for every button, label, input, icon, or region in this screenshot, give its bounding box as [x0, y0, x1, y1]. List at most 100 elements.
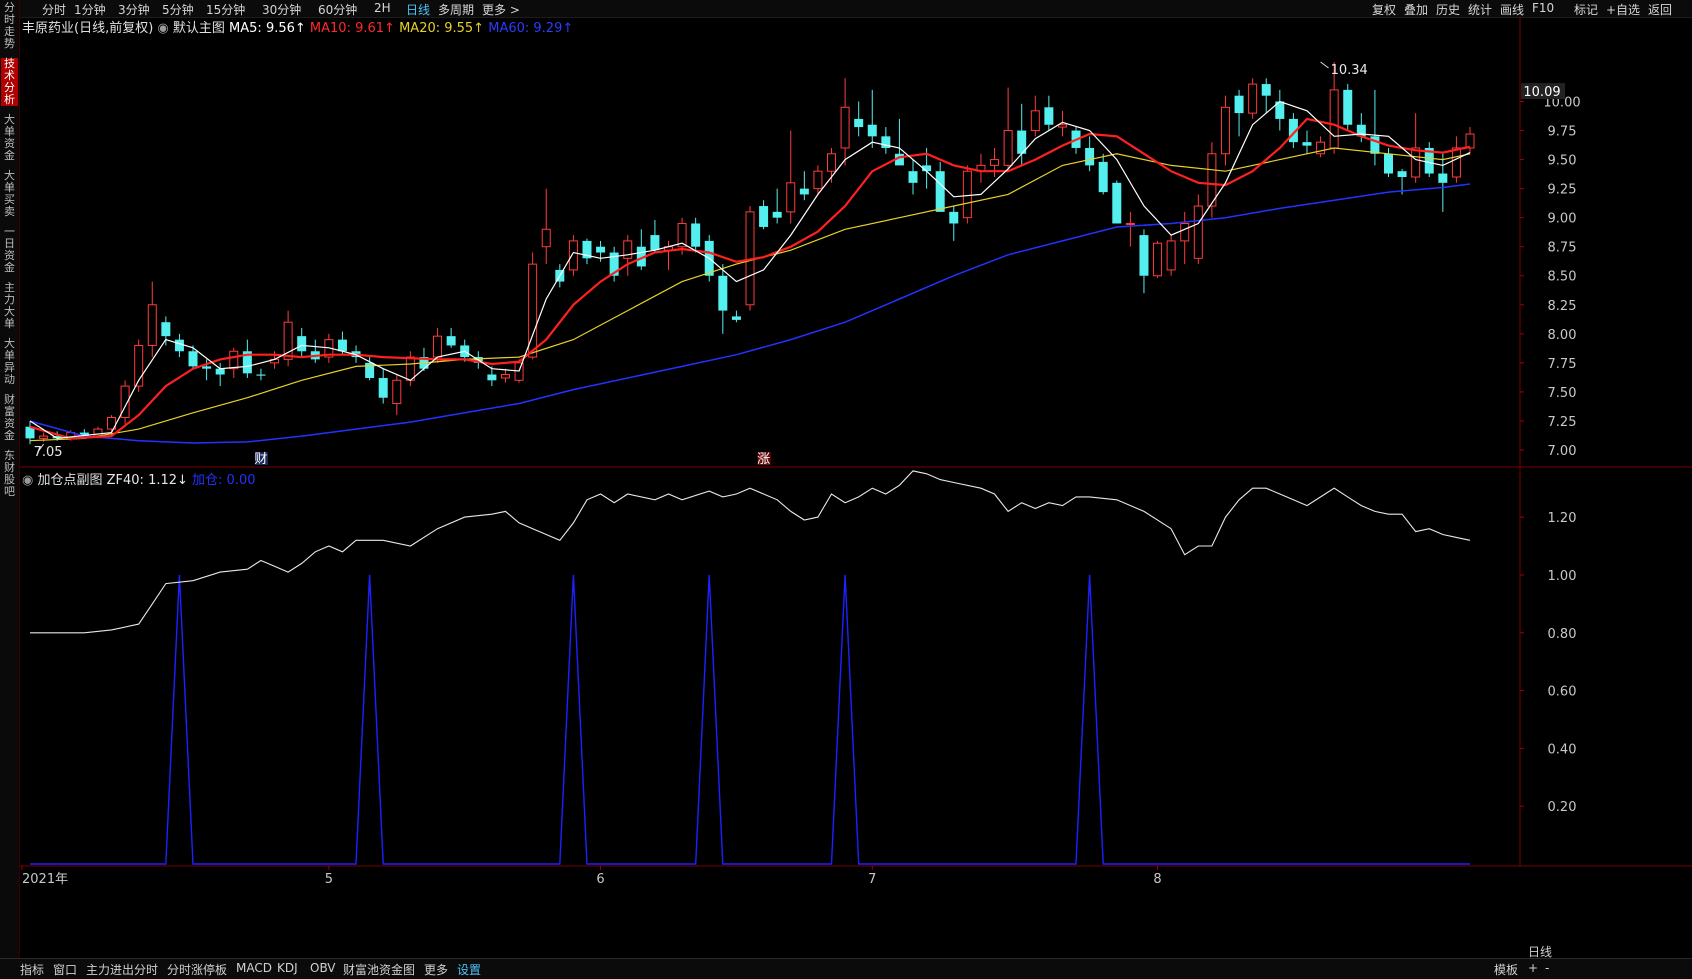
period-tab-4[interactable]: 15分钟	[206, 1, 245, 18]
bottom-right-3[interactable]: 日线	[1528, 943, 1552, 960]
candle[interactable]	[1424, 142, 1434, 178]
candle[interactable]	[1125, 211, 1135, 247]
left-tab-0[interactable]: 分时走势	[1, 2, 18, 50]
candle[interactable]	[1180, 211, 1190, 265]
candle[interactable]	[990, 147, 1000, 178]
period-tab-10[interactable]: 更多 >	[482, 1, 520, 18]
bottom-item-6[interactable]: OBV	[310, 961, 336, 975]
candle[interactable]	[636, 229, 646, 270]
chart-area[interactable]: 7.00 7.25 7.50 7.75 8.00 8.25 8.50 8.75 9.00 9.25…	[20, 18, 1692, 956]
left-tab-8[interactable]: 东财股吧	[1, 450, 18, 498]
candle[interactable]	[134, 339, 144, 392]
candle[interactable]	[759, 200, 769, 230]
candle[interactable]	[731, 310, 741, 323]
candle[interactable]	[840, 78, 850, 166]
bottom-item-4[interactable]: MACD	[236, 961, 272, 975]
bottom-item-1[interactable]: 窗口	[53, 961, 77, 978]
toolbar-right-7[interactable]: +自选	[1606, 1, 1640, 18]
candle[interactable]	[1044, 95, 1054, 131]
period-tab-5[interactable]: 30分钟	[262, 1, 301, 18]
candle[interactable]	[650, 219, 660, 253]
candle[interactable]	[1302, 130, 1312, 154]
toolbar-right-4[interactable]: 画线	[1500, 1, 1524, 18]
candle[interactable]	[541, 188, 551, 265]
period-tab-6[interactable]: 60分钟	[318, 1, 357, 18]
bottom-item-8[interactable]: 更多	[424, 961, 448, 978]
period-tab-9[interactable]: 多周期	[438, 1, 474, 18]
candle[interactable]	[718, 264, 728, 334]
candle[interactable]	[147, 281, 157, 358]
left-tab-3[interactable]: 大单买卖	[1, 170, 18, 218]
candle[interactable]	[1275, 89, 1285, 131]
candle[interactable]	[188, 345, 198, 369]
bottom-right-2[interactable]: -	[1545, 961, 1549, 975]
period-tab-7[interactable]: 2H	[374, 1, 391, 15]
toolbar-right-2[interactable]: 历史	[1436, 1, 1460, 18]
candle[interactable]	[568, 235, 578, 276]
candle[interactable]	[1248, 78, 1258, 119]
candle[interactable]	[1030, 95, 1040, 137]
period-tab-1[interactable]: 1分钟	[74, 1, 106, 18]
bottom-item-7[interactable]: 财富池资金图	[343, 961, 415, 978]
candle[interactable]	[283, 310, 293, 367]
left-tab-4[interactable]: 一日资金	[1, 226, 18, 274]
candle[interactable]	[1411, 113, 1421, 183]
candle[interactable]	[1438, 153, 1448, 212]
candle[interactable]	[1261, 78, 1271, 114]
candle[interactable]	[500, 368, 510, 383]
period-tab-3[interactable]: 5分钟	[162, 1, 194, 18]
bottom-right-1[interactable]: +	[1528, 961, 1538, 975]
candle[interactable]	[976, 153, 986, 183]
bottom-item-2[interactable]: 主力进出分时	[86, 961, 158, 978]
candle[interactable]	[1166, 235, 1176, 276]
candle[interactable]	[297, 328, 307, 358]
candle[interactable]	[1003, 87, 1013, 172]
candle[interactable]	[609, 246, 619, 282]
candle[interactable]	[242, 339, 252, 378]
candle[interactable]	[881, 127, 891, 154]
candle[interactable]	[1153, 240, 1163, 279]
candle[interactable]	[1316, 136, 1326, 158]
period-tab-8[interactable]: 日线	[406, 1, 430, 18]
bottom-item-3[interactable]: 分时涨停板	[167, 961, 227, 978]
toolbar-right-8[interactable]: 返回	[1648, 1, 1672, 18]
candle[interactable]	[446, 328, 456, 348]
toolbar-right-5[interactable]: F10	[1532, 1, 1554, 15]
left-tab-1[interactable]: 技术分析	[1, 58, 18, 106]
candle[interactable]	[310, 339, 320, 363]
bottom-item-9[interactable]: 设置	[457, 961, 481, 978]
left-tab-7[interactable]: 财富资金	[1, 394, 18, 442]
toolbar-right-0[interactable]: 复权	[1372, 1, 1396, 18]
candle[interactable]	[663, 240, 673, 270]
candle[interactable]	[1370, 89, 1380, 166]
candle[interactable]	[867, 89, 877, 148]
bottom-item-5[interactable]: KDJ	[277, 961, 298, 975]
candle[interactable]	[1220, 95, 1230, 166]
candle[interactable]	[854, 101, 864, 137]
candle[interactable]	[1112, 180, 1122, 224]
toolbar-right-3[interactable]: 统计	[1468, 1, 1492, 18]
candle[interactable]	[1085, 136, 1095, 172]
candle[interactable]	[1234, 89, 1244, 137]
candle[interactable]	[1383, 147, 1393, 178]
candle[interactable]	[1193, 194, 1203, 265]
toolbar-right-6[interactable]: 标记	[1574, 1, 1598, 18]
left-tab-2[interactable]: 大单资金	[1, 114, 18, 162]
candle[interactable]	[229, 347, 239, 378]
candle[interactable]	[1017, 103, 1027, 166]
candle[interactable]	[1098, 153, 1108, 195]
candle[interactable]	[378, 368, 388, 404]
candle[interactable]	[908, 159, 918, 195]
candle[interactable]	[1139, 229, 1149, 294]
candle[interactable]	[962, 165, 972, 224]
candle[interactable]	[949, 206, 959, 241]
candle[interactable]	[786, 130, 796, 224]
bottom-right-0[interactable]: 模板	[1494, 961, 1518, 978]
candle[interactable]	[392, 374, 402, 416]
period-tab-0[interactable]: 分时	[42, 1, 66, 18]
candle[interactable]	[1343, 84, 1353, 131]
candle[interactable]	[772, 188, 782, 224]
period-tab-2[interactable]: 3分钟	[118, 1, 150, 18]
candle[interactable]	[1465, 127, 1475, 154]
candle[interactable]	[582, 238, 592, 265]
